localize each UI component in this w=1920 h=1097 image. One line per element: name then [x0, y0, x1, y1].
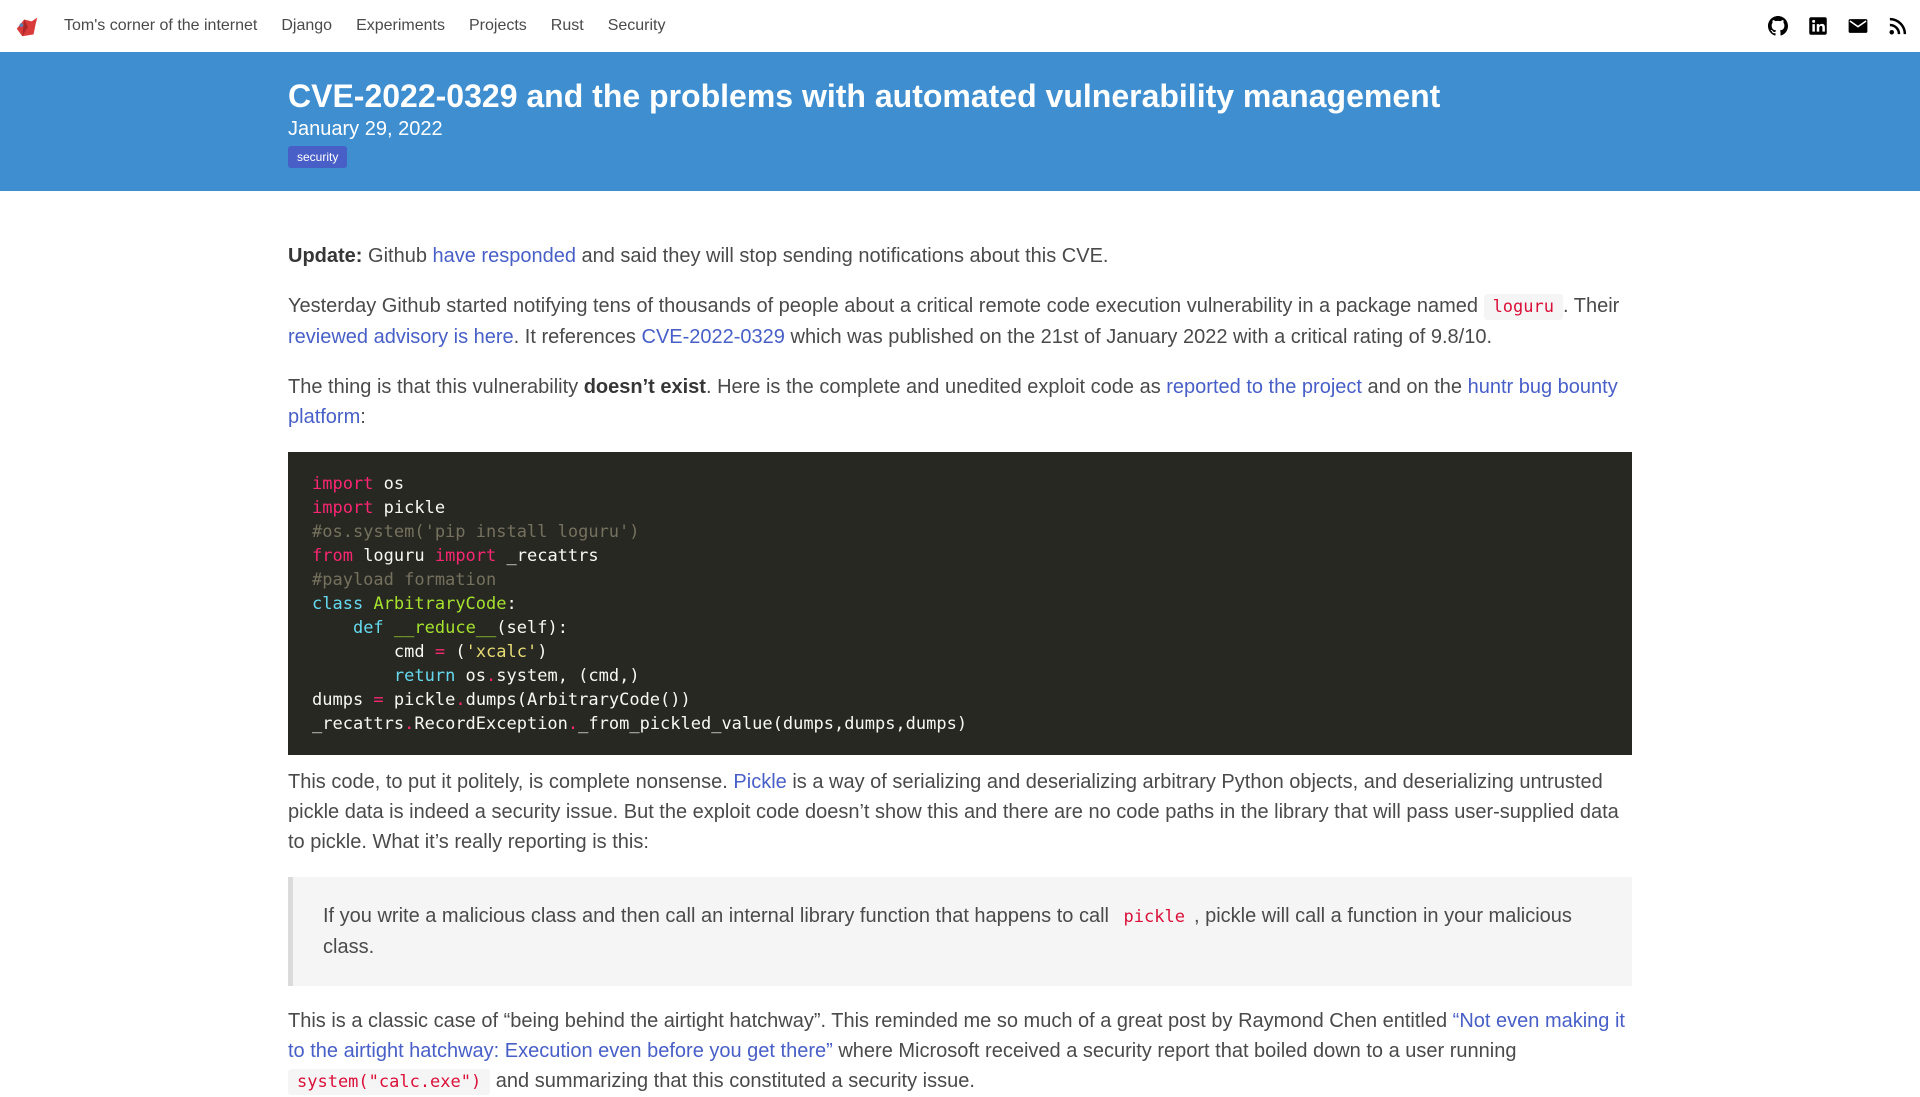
code-token: ArbitraryCode [373, 594, 507, 614]
code-token: : [506, 594, 517, 614]
code-token: . [404, 714, 415, 734]
code-token: pickle [373, 498, 446, 518]
code-token: system, (cmd,) [496, 666, 640, 686]
code-token: import [312, 474, 374, 494]
reported-to-project-link[interactable]: reported to the project [1166, 376, 1362, 398]
code-token: pickle [383, 690, 456, 710]
quote-text: If you write a malicious class and then … [323, 901, 1602, 962]
code-comment: #os.system('pip install loguru') [312, 522, 640, 542]
text: which was published on the 21st of Janua… [784, 326, 1493, 348]
inline-code-system-calc: system("calc.exe") [288, 1069, 491, 1095]
code-token: _from_pickled_value(dumps,dumps,dumps) [578, 714, 968, 734]
code-token: def [352, 618, 384, 638]
code-token: __reduce__ [393, 618, 497, 638]
nav-item-projects[interactable]: Projects [469, 17, 527, 35]
update-label: Update: [288, 245, 363, 267]
code-token: from [312, 546, 353, 566]
code-token: . [486, 666, 497, 686]
code-token: ) [537, 642, 548, 662]
nav-brand-link[interactable]: Tom's corner of the internet [64, 17, 257, 35]
code-token: = [434, 642, 446, 662]
inline-code-pickle: pickle [1114, 904, 1194, 930]
text: If you write a malicious class and then … [323, 905, 1115, 927]
code-token: 'xcalc' [465, 642, 538, 662]
code-token: _recattrs [312, 714, 405, 734]
nonsense-paragraph: This code, to put it politely, is comple… [288, 767, 1632, 857]
text: and said they will stop sending notifica… [575, 245, 1109, 267]
intro-paragraph: Yesterday Github started notifying tens … [288, 291, 1632, 352]
code-token: class [312, 594, 364, 614]
text: where Microsoft received a security repo… [832, 1040, 1517, 1062]
code-token: cmd [393, 642, 435, 662]
nav-item-django[interactable]: Django [281, 17, 332, 35]
text: . Here is the complete and unedited expl… [705, 376, 1167, 398]
linkedin-icon[interactable] [1808, 16, 1828, 36]
hatchway-paragraph: This is a classic case of “being behind … [288, 1006, 1632, 1097]
github-icon[interactable] [1768, 16, 1788, 36]
code-token: _recattrs [496, 546, 599, 566]
text: and on the [1361, 376, 1468, 398]
code-token: dumps [312, 690, 374, 710]
text: and summarizing that this constituted a … [490, 1070, 975, 1092]
code-comment: #payload formation [312, 570, 497, 590]
code-token: RecordException [414, 714, 568, 734]
code-token: os [455, 666, 487, 686]
code-token: = [373, 690, 384, 710]
code-token: return [393, 666, 456, 686]
post-hero: CVE-2022-0329 and the problems with auto… [0, 52, 1920, 191]
emphasis: doesn’t exist [583, 376, 706, 398]
inline-code-loguru: loguru [1483, 294, 1563, 320]
text: Github [362, 245, 433, 267]
post-date: January 29, 2022 [288, 118, 443, 140]
code-token: loguru [352, 546, 435, 566]
post-content: Update: Github have responded and said t… [288, 191, 1632, 1097]
text: : [360, 406, 366, 428]
exploit-code-block: import os import pickle #os.system('pip … [288, 452, 1632, 755]
site-logo-icon[interactable] [12, 11, 42, 41]
nav-item-experiments[interactable]: Experiments [356, 17, 445, 35]
code-token: . [567, 714, 579, 734]
text: . Their [1562, 295, 1620, 317]
update-paragraph: Update: Github have responded and said t… [288, 241, 1632, 271]
text: Yesterday Github started notifying tens … [288, 295, 1484, 317]
post-title: CVE-2022-0329 and the problems with auto… [288, 78, 1441, 114]
code-token: import [434, 546, 497, 566]
blockquote: If you write a malicious class and then … [288, 877, 1632, 986]
code-token: ( [445, 642, 466, 662]
code-token: (self): [496, 618, 568, 638]
text: The thing is that this vulnerability [288, 376, 584, 398]
code-token: dumps(ArbitraryCode()) [465, 690, 691, 710]
code-token: os [373, 474, 405, 494]
mail-icon[interactable] [1848, 16, 1868, 36]
nav-item-rust[interactable]: Rust [551, 17, 584, 35]
code-token: . [455, 690, 466, 710]
reviewed-advisory-link[interactable]: reviewed advisory is here [288, 326, 514, 348]
top-navbar: Tom's corner of the internet Django Expe… [0, 0, 1920, 52]
nav-item-security[interactable]: Security [608, 17, 666, 35]
rss-icon[interactable] [1888, 16, 1908, 36]
vulnerability-paragraph: The thing is that this vulnerability doe… [288, 372, 1632, 432]
tag-security[interactable]: security [288, 146, 348, 168]
code-token: import [312, 498, 374, 518]
have-responded-link[interactable]: have responded [433, 245, 576, 267]
pickle-link[interactable]: Pickle [733, 771, 786, 793]
text: This code, to put it politely, is comple… [288, 771, 734, 793]
text: . It references [513, 326, 642, 348]
text: This is a classic case of “being behind … [288, 1010, 1453, 1032]
cve-link[interactable]: CVE-2022-0329 [642, 326, 785, 348]
